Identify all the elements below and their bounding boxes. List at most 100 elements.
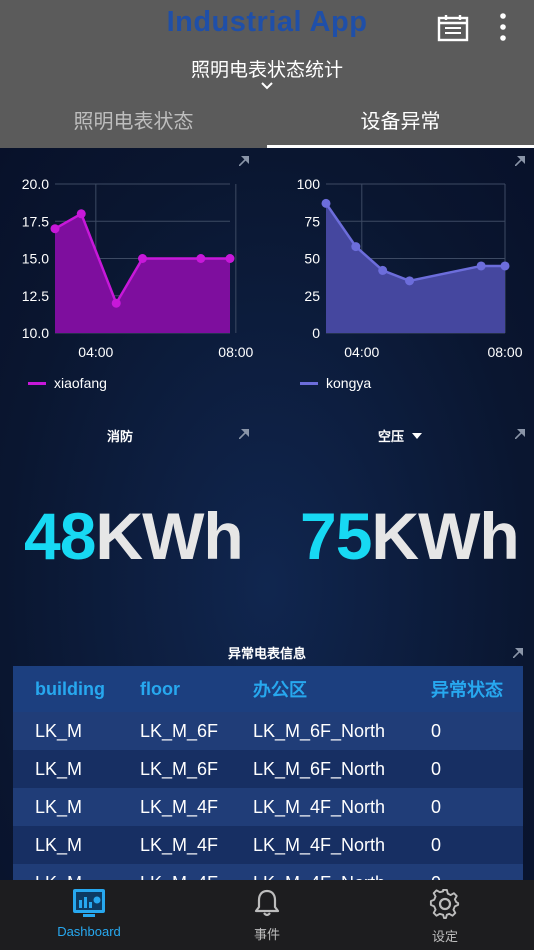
chevron-down-icon[interactable] [259, 80, 275, 92]
y-tick-label: 17.5 [22, 213, 49, 229]
table-cell: LK_M [13, 873, 119, 881]
column-header[interactable]: building [13, 679, 119, 700]
table-cell: LK_M_4F_North [253, 834, 386, 855]
column-header[interactable]: floor [119, 679, 232, 700]
y-tick-label: 50 [304, 251, 320, 267]
page-menu-title[interactable]: 照明电表状态统计 [0, 55, 534, 82]
nav-label: Dashboard [57, 924, 121, 939]
y-tick-label: 25 [304, 288, 320, 304]
table-title: 异常电表信息 [227, 646, 306, 661]
y-tick-label: 0 [312, 325, 320, 341]
dashboard-content: 20.0 17.5 15.0 12.5 10.0 04:00 08:00 100 75 50 25… [0, 148, 534, 880]
table-cell: LK_M [35, 796, 83, 817]
data-point [405, 276, 415, 286]
bottom-navigation: Dashboard 事件 设定 [0, 880, 534, 950]
y-tick-label: 75 [304, 213, 320, 229]
column-header[interactable]: 办公区 [232, 676, 411, 702]
table-header: building floor 办公区 异常状态 [13, 666, 523, 712]
x-tick-label: 04:00 [78, 344, 113, 360]
y-tick-label: 20.0 [22, 176, 49, 192]
y-tick-label: 12.5 [22, 288, 49, 304]
x-tick-label: 04:00 [344, 344, 379, 360]
kongya-area-chart: 100 75 50 25 0 04:00 08:00 [297, 176, 523, 360]
panel-label-xiaofang: 消防 [106, 429, 133, 444]
table-row[interactable]: LK_M LK_M_4F LK_M_4F_North 0 [13, 826, 523, 864]
bell-icon [254, 889, 280, 917]
app-header: Industrial App 照明电表状态统计 照明电表状态 设备异常 [0, 0, 534, 148]
anomaly-meter-table: building floor 办公区 异常状态 LK_M LK_M_6F LK_M_… [13, 666, 523, 880]
table-cell: 0 [411, 873, 523, 881]
nav-events[interactable]: 事件 [178, 880, 356, 950]
table-cell: LK_M_4F [140, 796, 219, 817]
legend-swatch [300, 381, 318, 385]
legend-label: xiaofang [54, 375, 107, 391]
nav-label: 设定 [431, 929, 458, 944]
nav-settings[interactable]: 设定 [356, 880, 534, 950]
x-tick-label: 08:00 [487, 344, 522, 360]
column-header[interactable]: 异常状态 [411, 676, 523, 702]
kpi-unit: KWh [371, 499, 519, 573]
table-cell: 0 [431, 796, 442, 817]
table-body: LK_M LK_M_6F LK_M_6F_North 0 LK_M LK_M_6F LK_M… [13, 712, 523, 880]
table-cell: LK_M [35, 834, 83, 855]
tab-device-anomaly[interactable]: 设备异常 [267, 100, 534, 148]
data-point [500, 261, 510, 271]
kpi-unit: KWh [95, 499, 243, 573]
y-tick-label: 100 [297, 176, 321, 192]
data-point [50, 224, 60, 234]
nav-label: 事件 [253, 927, 280, 942]
data-point [476, 261, 486, 271]
expand-icon[interactable] [239, 429, 249, 439]
table-cell: LK_M [35, 720, 83, 741]
expand-icon[interactable] [239, 156, 249, 166]
tab-lighting-meter-status[interactable]: 照明电表状态 [0, 100, 267, 148]
data-point [378, 265, 388, 275]
table-cell: LK_M [35, 758, 83, 779]
table-cell: LK_M_4F [119, 873, 232, 881]
table-row[interactable]: LK_M LK_M_6F LK_M_6F_North 0 [13, 750, 523, 788]
data-point [76, 209, 86, 219]
legend-kongya[interactable]: kongya [300, 375, 371, 391]
table-row[interactable]: LK_MLK_M_4FLK_M_4F_North0 [13, 788, 523, 826]
table-row[interactable]: LK_MLK_M_4FLK_M_4F_North0 [13, 864, 523, 880]
series-area [55, 213, 230, 333]
table-cell: LK_M_4F_North [232, 873, 411, 881]
kpi-kongya: 75KWh [300, 498, 520, 574]
more-vertical-icon[interactable] [496, 12, 510, 42]
table-row[interactable]: LK_M LK_M_6F LK_M_6F_North 0 [13, 712, 523, 750]
table-cell: LK_M_4F [140, 834, 219, 855]
expand-icon[interactable] [515, 156, 525, 166]
table-cell: LK_M_6F [140, 758, 219, 779]
kpi-xiaofang: 48KWh [24, 498, 244, 574]
gear-icon [429, 888, 460, 920]
table-cell: 0 [431, 720, 442, 741]
dashboard-chart-icon [73, 889, 105, 917]
nav-dashboard[interactable]: Dashboard [0, 880, 178, 950]
xiaofang-area-chart: 20.0 17.5 15.0 12.5 10.0 04:00 08:00 [22, 176, 254, 360]
table-cell: LK_M_6F [140, 720, 219, 741]
data-point [351, 242, 361, 252]
legend-xiaofang[interactable]: xiaofang [28, 375, 107, 391]
tab-bar: 照明电表状态 设备异常 [0, 100, 534, 148]
data-point [196, 254, 206, 263]
y-tick-label: 10.0 [22, 325, 49, 341]
x-tick-label: 08:00 [218, 344, 253, 360]
kpi-value: 48 [24, 499, 96, 573]
data-point [138, 254, 147, 263]
y-tick-label: 15.0 [22, 251, 49, 267]
legend-label: kongya [326, 375, 372, 391]
data-point [111, 298, 121, 308]
caret-down-icon [412, 432, 422, 439]
kpi-value: 75 [300, 499, 372, 573]
table-cell: LK_M_6F_North [253, 758, 386, 779]
data-point [321, 198, 331, 208]
calendar-list-icon[interactable] [437, 14, 469, 42]
table-cell: 0 [431, 758, 442, 779]
panel-selector-kongya[interactable]: 空压 [370, 426, 430, 445]
panel-label-kongya: 空压 [377, 429, 404, 444]
data-point [225, 254, 235, 263]
legend-swatch [28, 381, 46, 385]
expand-icon[interactable] [515, 429, 525, 439]
table-cell: 0 [431, 834, 442, 855]
table-cell: LK_M_6F_North [253, 720, 386, 741]
